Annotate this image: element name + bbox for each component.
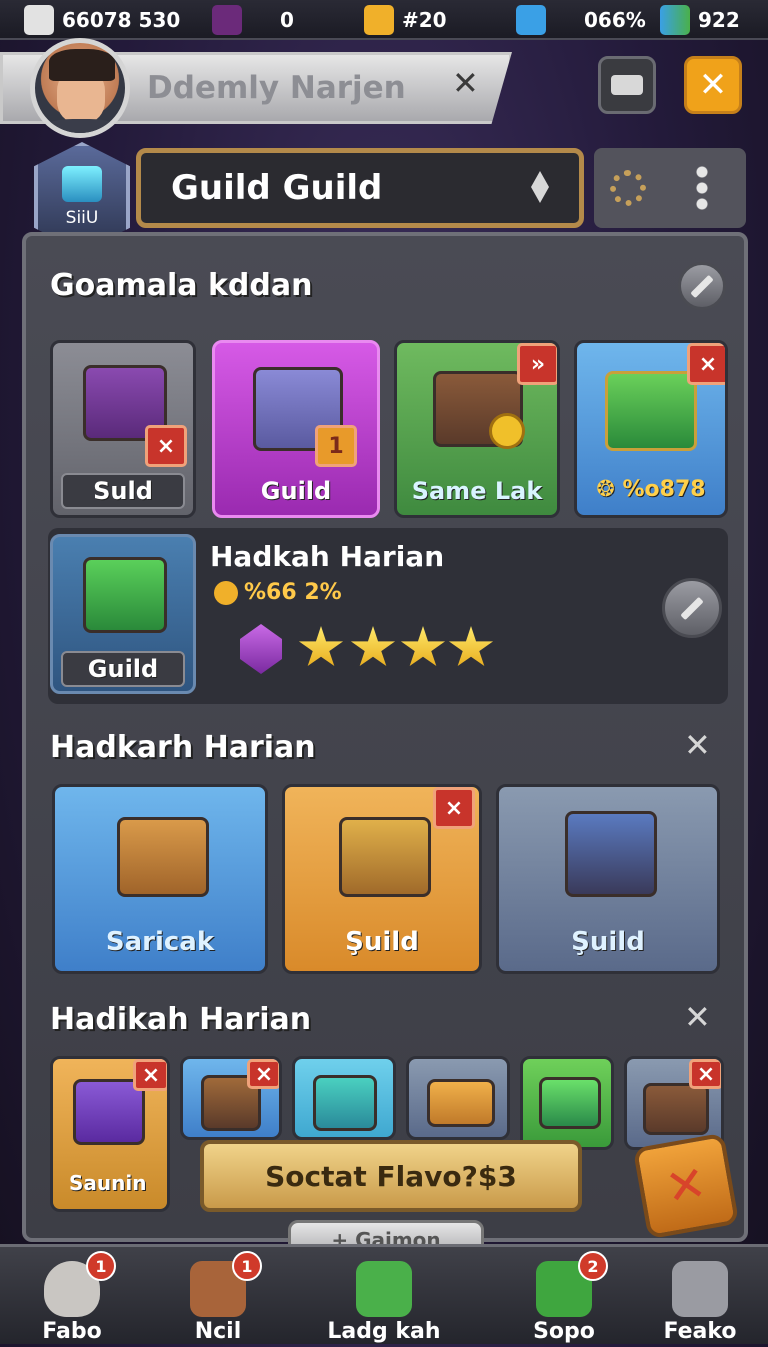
coins-value: 66078 530 — [62, 8, 181, 32]
reward-card[interactable]: × Suld — [50, 340, 196, 518]
gold-chest-icon — [339, 817, 431, 897]
reward-card[interactable]: × Şuild — [282, 784, 482, 974]
purchase-button[interactable]: Soctat Flavo?$3 — [200, 1140, 582, 1212]
nav-item-feako[interactable]: Feako — [630, 1247, 768, 1347]
level-resource[interactable]: 922 — [660, 4, 740, 36]
reward-card[interactable]: » Same Lak — [394, 340, 560, 518]
remove-badge[interactable]: × — [145, 425, 187, 467]
close-button[interactable]: ✕ — [684, 56, 742, 114]
purple-cube-icon — [212, 5, 242, 35]
crystal-icon — [62, 166, 102, 202]
close-icon: ✕ — [698, 65, 728, 105]
gold-cube-icon — [364, 5, 394, 35]
green-gem-icon — [356, 1261, 412, 1317]
coin-icon — [214, 580, 238, 605]
resource-bar: 66078 530 0 #20 066% 922 — [0, 0, 768, 40]
count-badge: 1 — [315, 425, 357, 467]
armor-icon — [565, 811, 657, 897]
pencil-icon — [680, 596, 704, 620]
section-title: Goamala kddan — [50, 268, 313, 303]
reward-card[interactable]: × — [180, 1056, 282, 1140]
gift-icon — [83, 557, 167, 633]
player-name: Ddemly Narjen — [147, 70, 406, 106]
edit-daily-button[interactable] — [662, 578, 722, 638]
level-value: 922 — [698, 8, 740, 32]
card-label: Suld — [93, 477, 153, 505]
card-label: Saricak — [105, 927, 215, 957]
fast-forward-badge[interactable]: » — [517, 343, 557, 385]
guild-name: Guild Guild — [171, 168, 383, 208]
gift-chest-icon — [117, 817, 209, 897]
reward-card[interactable]: 1 Guild — [212, 340, 380, 518]
daily-title: Hadkah Harian — [210, 540, 445, 573]
nav-item-sopo[interactable]: 2 Sopo — [494, 1247, 634, 1347]
gems-resource[interactable]: 0 — [212, 4, 294, 36]
notification-badge: 2 — [578, 1251, 608, 1281]
close-section-icon[interactable]: ✕ — [684, 998, 711, 1036]
gear-icon[interactable] — [610, 170, 646, 206]
chest-icon — [643, 1083, 709, 1135]
card-label: Guild — [87, 655, 159, 683]
flag-icon — [660, 5, 690, 35]
reward-card[interactable] — [406, 1056, 510, 1140]
edit-button[interactable] — [678, 262, 726, 310]
card-label: Saunin — [69, 1171, 147, 1195]
guild-badge-label: SiiU — [65, 208, 99, 228]
guild-actions — [594, 148, 746, 228]
reward-card[interactable]: Şuild — [496, 784, 720, 974]
coin-icon — [489, 413, 525, 449]
card-label: ❂ %o878 — [596, 477, 706, 502]
close-section-icon[interactable]: ✕ — [684, 726, 711, 764]
tickets-value: #20 — [402, 8, 447, 32]
chat-icon — [611, 75, 643, 95]
remove-badge[interactable]: × — [247, 1059, 279, 1089]
more-icon[interactable] — [696, 164, 708, 212]
notification-badge: 1 — [86, 1251, 116, 1281]
daily-item-card[interactable]: Guild — [50, 534, 196, 694]
reward-card[interactable] — [292, 1056, 396, 1140]
bottom-navigation: 1 Fabo 1 Ncil Ladg kah 2 Sopo Feako — [0, 1244, 768, 1344]
nav-item-ncil[interactable]: 1 Ncil — [148, 1247, 288, 1347]
tickets-resource[interactable]: #20 — [364, 4, 447, 36]
card-label: Same Lak — [411, 477, 543, 505]
avatar[interactable] — [30, 38, 130, 138]
dice-icon — [24, 5, 54, 35]
energy-value: 066% — [584, 8, 646, 32]
daily-progress: %66 2% — [214, 580, 342, 605]
energy-resource[interactable]: 066% — [516, 4, 646, 36]
selector-chevron-icon — [531, 171, 549, 203]
remove-badge[interactable]: × — [133, 1059, 167, 1091]
cancel-button[interactable]: ✕ — [632, 1132, 740, 1240]
coins-resource[interactable]: 66078 530 — [24, 4, 180, 36]
chat-button[interactable] — [598, 56, 656, 114]
settings-sliders-icon — [672, 1261, 728, 1317]
blue-cube-icon — [516, 5, 546, 35]
guild-selector[interactable]: Guild Guild — [136, 148, 584, 228]
remove-badge[interactable]: × — [433, 787, 475, 829]
close-icon: ✕ — [661, 1154, 711, 1218]
reward-card[interactable]: × Saunin — [50, 1056, 170, 1212]
pencil-icon — [690, 274, 714, 298]
nav-item-fabo[interactable]: 1 Fabo — [2, 1247, 142, 1347]
chest-icon — [605, 371, 697, 451]
chest-icon — [313, 1075, 377, 1131]
card-label: Şuild — [571, 927, 645, 957]
section-title: Hadkarh Harian — [50, 730, 316, 765]
reward-card[interactable]: × ❂ %o878 — [574, 340, 728, 518]
remove-badge[interactable]: × — [687, 343, 725, 385]
remove-badge[interactable]: × — [689, 1059, 721, 1089]
notification-badge: 1 — [232, 1251, 262, 1281]
chest-icon — [427, 1079, 495, 1127]
gift-icon — [539, 1077, 601, 1129]
section-title: Hadikah Harian — [50, 1002, 312, 1037]
nav-item-ladg-kah[interactable]: Ladg kah — [314, 1247, 454, 1347]
reward-card[interactable] — [520, 1056, 614, 1150]
reward-card[interactable]: Saricak — [52, 784, 268, 974]
close-profile-icon[interactable]: ✕ — [452, 64, 479, 102]
gems-value: 0 — [280, 8, 294, 32]
card-label: Guild — [260, 477, 332, 505]
card-label: Şuild — [345, 927, 419, 957]
